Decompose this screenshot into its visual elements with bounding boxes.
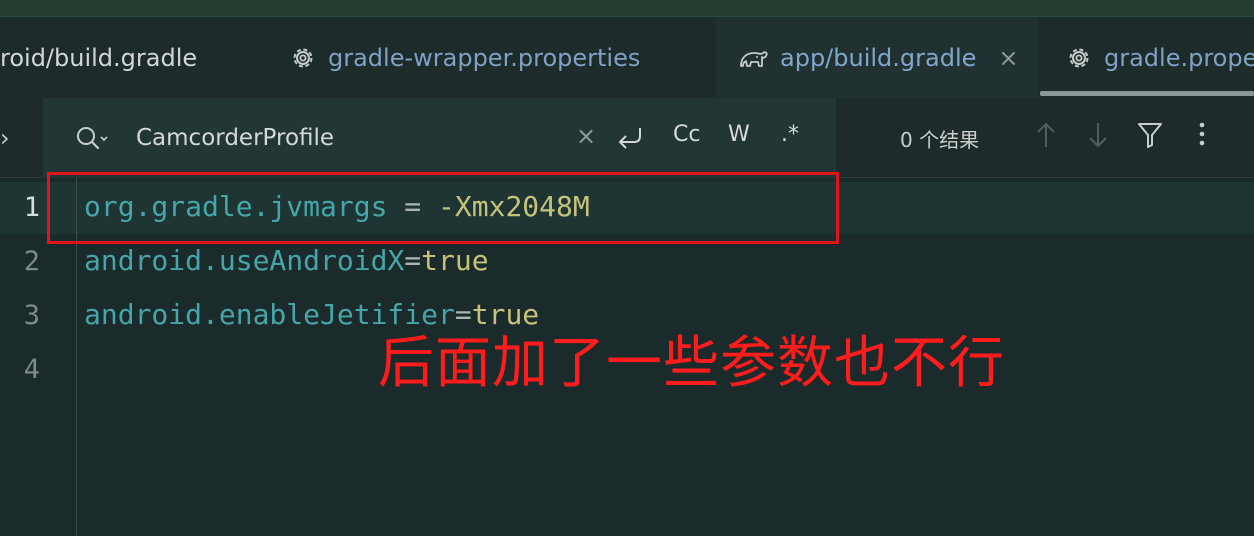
gear-icon [290,45,316,71]
chevron-right-icon[interactable]: › [0,124,10,152]
tab-label: gradle-wrapper.properties [328,44,641,72]
line-number: 4 [23,354,40,385]
annotation-text: 后面加了一些参数也不行 [378,331,1005,396]
property-value: true [421,244,489,277]
tab-label: app/build.gradle [780,44,977,72]
property-key: android.useAndroidX [84,244,405,277]
tab-label: roid/build.gradle [0,44,198,72]
search-history-icon[interactable] [75,125,109,151]
red-highlight-box [47,172,839,244]
tab-gradle-properties[interactable]: gradle.prope [1066,17,1254,99]
editor-tab-bar: roid/build.gradle gradle-wrapper.propert… [0,16,1254,99]
line-number: 3 [23,300,40,331]
regex-toggle[interactable]: .* [781,122,799,147]
gradle-elephant-icon [738,46,770,70]
more-options-icon[interactable] [1192,120,1212,150]
multiline-wrap-icon[interactable] [615,125,645,151]
line-number: 1 [23,192,40,223]
search-box: × Cc W .* [43,98,836,178]
gear-icon [1066,45,1092,71]
close-tab-icon[interactable]: × [998,44,1018,72]
arrow-up-icon[interactable] [1034,120,1058,150]
code-line[interactable]: android.useAndroidX=true [84,244,489,277]
clear-search-icon[interactable]: × [576,122,596,150]
arrow-down-icon[interactable] [1086,120,1110,150]
search-results-count: 0 个结果 [900,128,980,152]
assign-operator: = [404,244,422,277]
window-top-strip [0,0,1254,16]
tab-app-build-gradle[interactable]: app/build.gradle × [716,17,1038,99]
filter-icon[interactable] [1137,120,1163,150]
tab-gradle-wrapper-properties[interactable]: gradle-wrapper.properties [290,17,640,99]
find-bar: › × Cc W .* 0 个结果 [0,98,1254,178]
tab-selection-underline [1040,91,1254,96]
search-input[interactable] [136,120,556,156]
whole-word-toggle[interactable]: W [728,122,750,147]
line-number: 2 [23,246,40,277]
tab-label: gradle.prope [1104,44,1254,72]
match-case-toggle[interactable]: Cc [673,122,700,147]
tab-android-build-gradle[interactable]: roid/build.gradle [0,17,197,99]
